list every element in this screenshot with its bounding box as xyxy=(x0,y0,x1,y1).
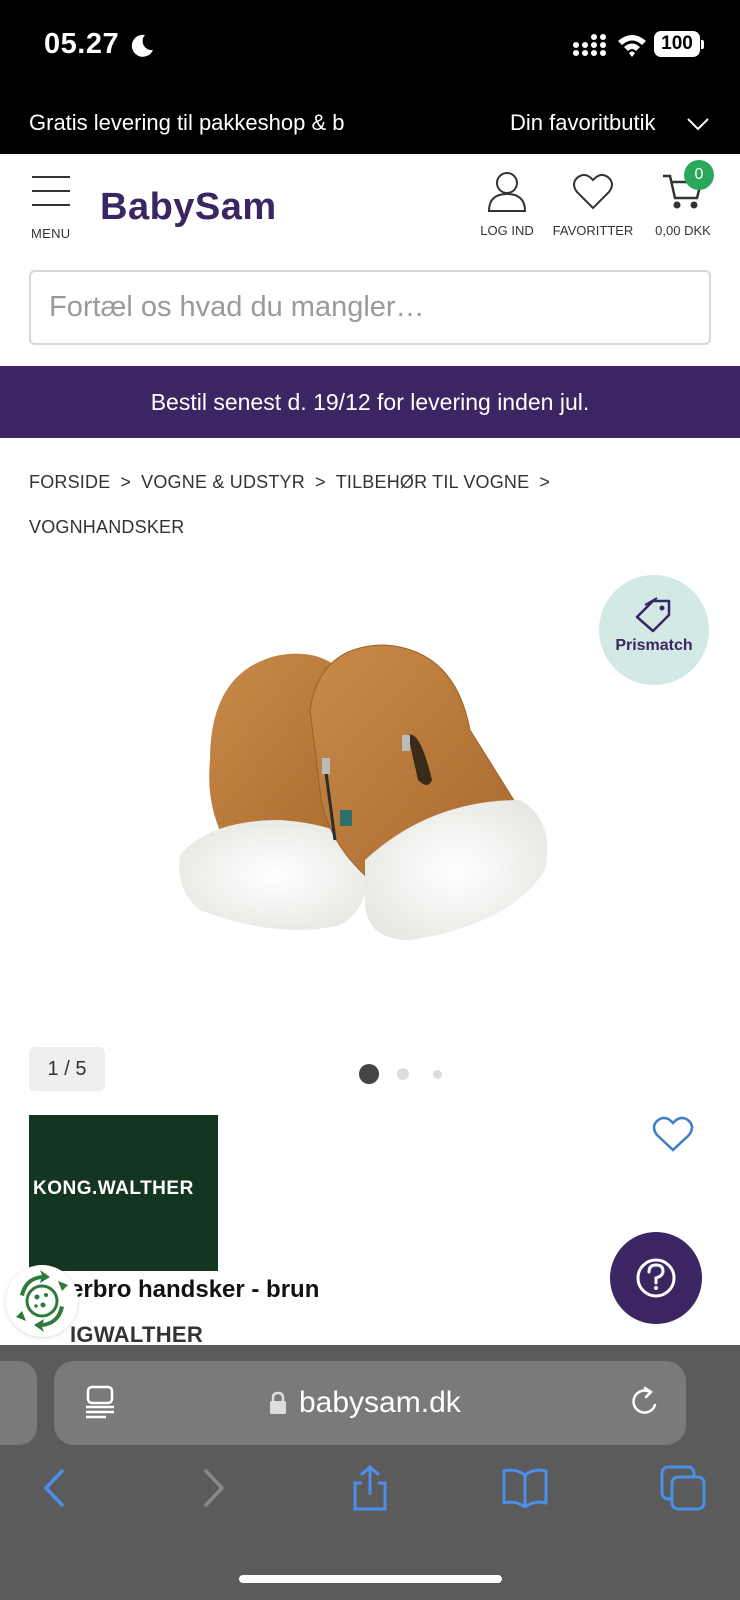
address-bar[interactable]: babysam.dk xyxy=(54,1361,686,1445)
chevron-down-icon[interactable] xyxy=(686,114,710,134)
sustainability-badge[interactable] xyxy=(6,1265,78,1337)
login-button[interactable]: LOG IND xyxy=(474,170,540,238)
heart-icon xyxy=(573,174,613,210)
carousel-dot-active[interactable] xyxy=(359,1064,379,1084)
favorite-store-selector[interactable]: Din favoritbutik xyxy=(510,110,656,136)
login-label: LOG IND xyxy=(480,223,534,238)
help-button[interactable] xyxy=(610,1232,702,1324)
brand-logo-kong-walther[interactable]: KONG.WALTHER xyxy=(29,1115,218,1271)
delivery-deadline-banner: Bestil senest d. 19/12 for levering inde… xyxy=(0,366,740,438)
cellular-signal-icon xyxy=(573,34,606,56)
promo-bar: Gratis levering til pakkeshop & b Din fa… xyxy=(0,98,740,154)
home-indicator[interactable] xyxy=(239,1575,502,1583)
breadcrumb-separator: > xyxy=(539,472,551,492)
share-icon[interactable] xyxy=(347,1465,393,1511)
battery-icon: 100 xyxy=(654,31,704,57)
breadcrumb-item[interactable]: TILBEHØR TIL VOGNE xyxy=(336,472,530,492)
bookmarks-book-icon[interactable] xyxy=(502,1465,548,1511)
search-box[interactable] xyxy=(29,270,711,345)
carousel-dot[interactable] xyxy=(397,1068,409,1080)
add-to-wishlist-heart-icon[interactable] xyxy=(652,1115,694,1153)
status-time: 05.27 xyxy=(44,28,120,60)
prismatch-button[interactable]: Prismatch xyxy=(599,575,709,685)
product-image-mittens[interactable] xyxy=(170,640,580,970)
recycle-icon xyxy=(16,1270,68,1332)
reader-view-icon[interactable] xyxy=(84,1385,116,1419)
carousel-dots[interactable] xyxy=(359,1064,449,1084)
prismatch-label: Prismatch xyxy=(615,637,693,654)
product-title: erbro handsker - brun xyxy=(70,1276,320,1303)
menu-button[interactable]: MENU xyxy=(28,174,74,244)
brand-logo-text: KONG.WALTHER xyxy=(33,1178,194,1199)
breadcrumb-separator: > xyxy=(120,472,132,492)
question-mark-icon xyxy=(636,1258,676,1298)
do-not-disturb-moon-icon xyxy=(131,34,153,57)
breadcrumb-item[interactable]: FORSIDE xyxy=(29,472,110,492)
reload-icon[interactable] xyxy=(628,1385,662,1419)
user-icon xyxy=(487,172,527,212)
lock-icon xyxy=(270,1391,286,1414)
url-text[interactable]: babysam.dk xyxy=(299,1386,461,1420)
price-tag-icon xyxy=(635,597,671,633)
promo-text[interactable]: Gratis levering til pakkeshop & b xyxy=(29,110,374,136)
site-header: MENU BabySam LOG IND FAVORITTER 0,00 DKK xyxy=(0,154,740,248)
battery-level: 100 xyxy=(654,31,700,57)
favorites-button[interactable]: FAVORITTER xyxy=(548,170,638,238)
cart-count-badge: 0 xyxy=(684,160,714,190)
browser-toolbar: babysam.dk xyxy=(0,1345,740,1600)
favorites-label: FAVORITTER xyxy=(552,223,634,238)
breadcrumb-item[interactable]: VOGNHANDSKER xyxy=(29,517,184,537)
wifi-icon xyxy=(618,35,646,57)
previous-tab-preview[interactable] xyxy=(0,1361,37,1445)
breadcrumb: FORSIDE > VOGNE & UDSTYR > TILBEHØR TIL VOGN… xyxy=(29,460,719,550)
carousel-dot[interactable] xyxy=(433,1070,442,1079)
breadcrumb-separator: > xyxy=(314,472,326,492)
menu-label: MENU xyxy=(31,226,71,241)
status-bar: 05.27 100 xyxy=(0,0,740,98)
search-input[interactable] xyxy=(49,272,689,343)
image-counter: 1 / 5 xyxy=(29,1047,105,1091)
forward-arrow-icon[interactable] xyxy=(190,1465,236,1511)
back-arrow-icon[interactable] xyxy=(32,1465,78,1511)
breadcrumb-item[interactable]: VOGNE & UDSTYR xyxy=(141,472,305,492)
tabs-overview-icon[interactable] xyxy=(660,1465,706,1511)
cart-total: 0,00 DKK xyxy=(655,223,711,238)
babysam-logo[interactable]: BabySam xyxy=(100,186,277,229)
